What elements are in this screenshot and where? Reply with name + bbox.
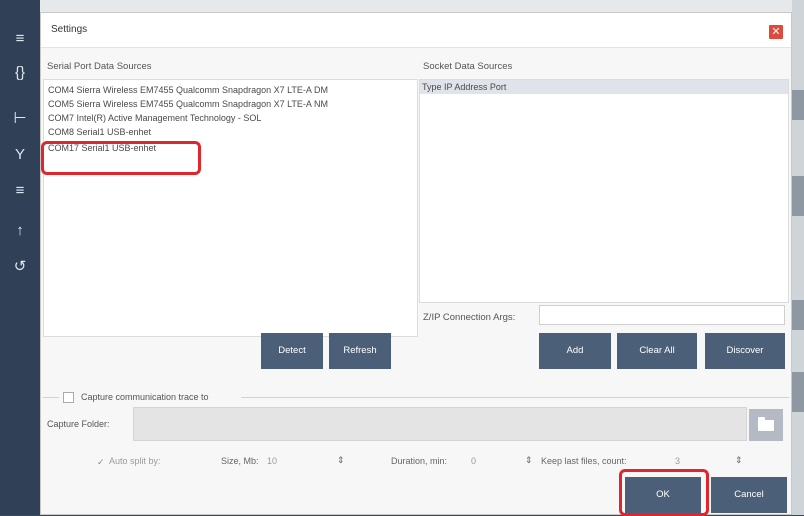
capture-folder-label: Capture Folder: [47, 419, 110, 429]
size-field[interactable]: 10 [267, 456, 277, 466]
upload-icon[interactable]: ↑ [10, 222, 30, 240]
capture-folder-input[interactable] [133, 407, 747, 441]
folder-icon [758, 417, 774, 431]
duration-label: Duration, min: [391, 456, 448, 466]
socket-sources-label: Socket Data Sources [423, 61, 513, 72]
connection-args-label: Z/IP Connection Args: [423, 312, 516, 323]
discover-button[interactable]: Discover [705, 333, 785, 369]
auto-split-label: Auto split by: [109, 456, 161, 466]
dialog-title: Settings [51, 24, 88, 35]
list-item[interactable]: COM5 Sierra Wireless EM7455 Qualcomm Sna… [48, 98, 328, 111]
braces-icon[interactable]: {} [10, 64, 30, 82]
duration-field[interactable]: 0 [471, 456, 476, 466]
settings-dialog: Settings ✕ Serial Port Data Sources COM4… [40, 12, 792, 516]
add-button[interactable]: Add [539, 333, 611, 369]
connection-args-input[interactable] [539, 305, 785, 325]
serial-port-list[interactable]: COM4 Sierra Wireless EM7455 Qualcomm Sna… [43, 79, 418, 337]
close-icon: ✕ [771, 26, 781, 38]
capture-trace-label: Capture communication trace to [81, 392, 209, 402]
list-item[interactable]: COM8 Serial1 USB-enhet [48, 126, 151, 139]
app-sidebar: ≡ {} ⊢ Y ≡ ↑ ↺ [0, 0, 40, 515]
socket-table-header: Type IP Address Port [420, 80, 788, 94]
tree-icon[interactable]: ⊢ [10, 110, 30, 128]
keep-files-field[interactable]: 3 [675, 456, 680, 466]
list-settings-icon[interactable]: ≡ [10, 182, 30, 200]
divider [43, 397, 59, 398]
serial-sources-label: Serial Port Data Sources [47, 61, 152, 72]
refresh-button[interactable]: Refresh [329, 333, 391, 369]
detect-button[interactable]: Detect [261, 333, 323, 369]
list-item[interactable]: COM7 Intel(R) Active Management Technolo… [48, 112, 261, 125]
keep-files-label: Keep last files, count: [541, 456, 627, 466]
clear-all-button[interactable]: Clear All [617, 333, 697, 369]
browse-folder-button[interactable] [749, 409, 783, 441]
filter-icon[interactable]: Y [10, 146, 30, 164]
dialog-titlebar: Settings ✕ [41, 13, 791, 48]
check-icon: ✓ [97, 457, 105, 467]
history-icon[interactable]: ↺ [10, 258, 30, 276]
keep-files-stepper-icon[interactable]: ⇕ [735, 455, 743, 466]
size-label: Size, Mb: [221, 456, 259, 466]
size-stepper-icon[interactable]: ⇕ [337, 455, 345, 466]
background-panel-edge [792, 0, 804, 515]
cancel-button[interactable]: Cancel [711, 477, 787, 513]
duration-stepper-icon[interactable]: ⇕ [525, 455, 533, 466]
divider [241, 397, 789, 398]
com17-highlight [41, 141, 201, 175]
close-button[interactable]: ✕ [769, 25, 783, 39]
ok-highlight [619, 469, 709, 516]
list-item[interactable]: COM4 Sierra Wireless EM7455 Qualcomm Sna… [48, 84, 328, 97]
list-icon[interactable]: ≡ [10, 30, 30, 48]
background-toolbar [40, 0, 804, 12]
capture-trace-checkbox[interactable] [63, 392, 74, 403]
socket-source-list[interactable]: Type IP Address Port [419, 79, 789, 303]
